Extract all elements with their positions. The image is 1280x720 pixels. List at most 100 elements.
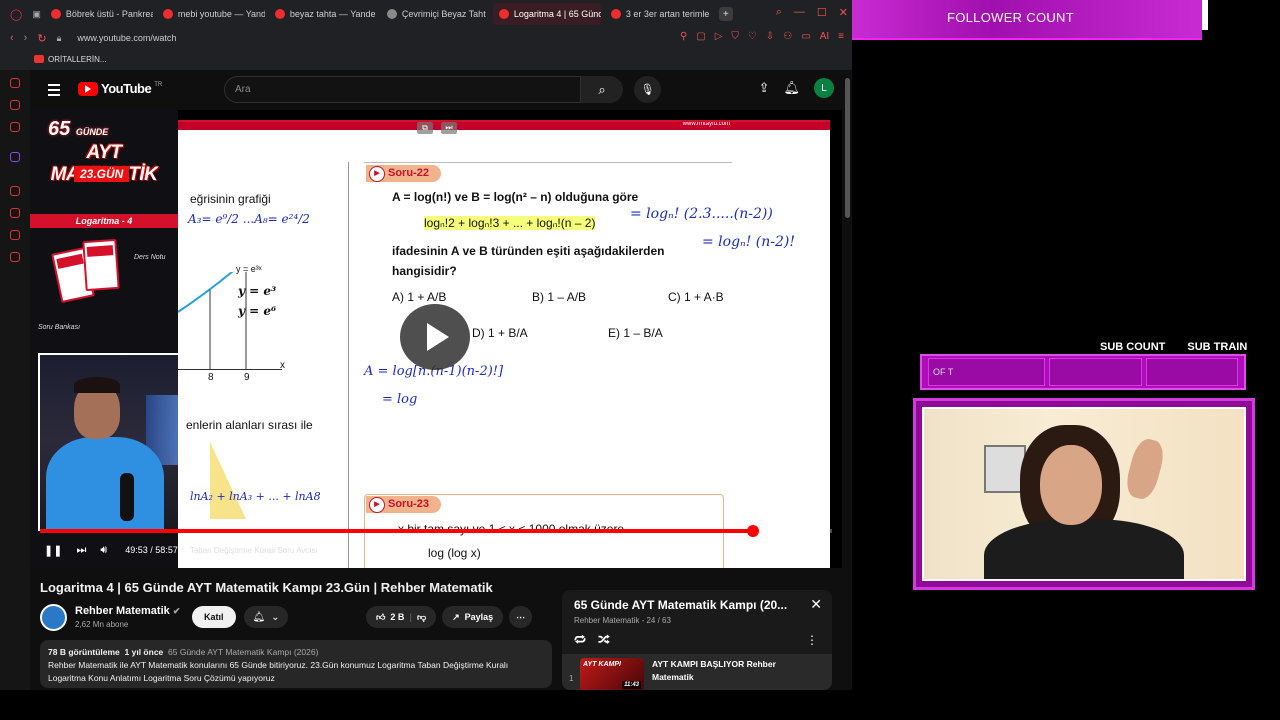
youtube-logo[interactable]: YouTube TR [78,81,162,96]
option-c: C) 1 + A·B [668,290,724,304]
playlist-title[interactable]: 65 Günde AYT Matematik Kampı (20... [574,598,787,612]
playlist-item[interactable]: 1 AYT KAMPI 11:43 AYT KAMPI BAŞLIYOR Rehb… [562,654,832,690]
pin-icon[interactable]: ⚲ [680,31,687,42]
profile-icon[interactable]: ⚇ [783,31,792,42]
url-field[interactable]: www.youtube.com/watch [77,33,176,43]
theater-icon[interactable]: ▭ [796,542,806,555]
window-controls: ⌕ — ☐ ✕ [776,6,848,19]
question-22-tag: Soru-22 [366,165,441,182]
search-input[interactable]: Ara [224,76,581,103]
fullscreen-icon[interactable]: ⛶ [822,542,830,555]
duration-badge: 11:43 [622,681,641,689]
description-box[interactable]: 78 B görüntüleme 1 yıl önce 65 Günde AYT… [40,640,552,688]
sidebar-icon-3[interactable] [10,100,20,110]
next-icon[interactable]: ⏭ [76,544,86,557]
hamburger-menu-icon[interactable] [48,84,60,99]
shield-icon[interactable]: ⛉ [731,31,739,42]
settings-icon[interactable] [10,252,20,262]
whiteboard-icon [386,9,397,19]
voice-search-button[interactable]: 🎙︎ [634,76,661,103]
back-icon[interactable]: ‹ [10,32,14,44]
minimize-icon[interactable]: — [794,6,805,19]
skip-icon[interactable]: ⏭ [441,122,457,134]
notifications-bell-icon[interactable]: 🔔︎ [783,80,800,96]
progress-scrubber[interactable] [746,525,759,537]
left-equation: A₃= e⁹/2 ...A₈= e²⁴/2 [188,212,310,226]
address-bar: ‹ › ↻ 🔒︎ www.youtube.com/watch ⚲ ▢ ▷ ⛉ ♡… [0,28,852,48]
settings-gear-icon[interactable]: ⚙ [770,542,780,555]
subtitles-icon[interactable]: ⌨ [738,542,754,555]
close-icon[interactable]: ✕ [839,6,848,19]
new-tab-button[interactable]: + [718,7,733,21]
search-button[interactable]: ⌕ [581,76,623,103]
youtube-page: YouTube TR Ara ⌕ 🎙︎ ⇪ 🔔︎ L 65 GÜNDE AYT … [30,70,852,690]
channel-avatar[interactable] [40,604,67,631]
progress-bar[interactable] [40,525,832,537]
heart-icon[interactable]: ♡ [748,31,757,42]
page-scrollbar[interactable] [845,78,850,218]
left-text-2: enlerin alanları sırası ile [186,418,313,432]
download-icon[interactable]: ⇩ [766,31,774,42]
tab-list-icon[interactable]: ▣ [32,9,41,20]
big-play-button[interactable] [400,304,470,370]
pause-icon[interactable]: ❚❚ [44,544,62,557]
browser-sidebar [0,48,30,690]
loop-icon[interactable]: 🔁︎ [574,632,586,649]
whiteboard: www.rmtayfu.com eğrisinin grafiği A₃= e⁹… [178,120,830,568]
share-icon: ↗ [452,611,460,622]
shuffle-icon[interactable]: 🔀︎ [598,632,610,649]
share-button[interactable]: ↗ Paylaş [442,606,504,628]
battery-icon[interactable]: ▭ [801,31,810,42]
topic-bar: Logaritma - 4 [30,214,178,228]
left-bottom-work: lnA₂ + lnA₃ + ... + lnA8 [190,490,321,503]
yandex-icon [610,9,621,19]
clock-icon[interactable] [10,208,20,218]
tab-3[interactable]: Çevrimiçi Beyaz Taht [381,3,489,25]
like-button[interactable]: 👍︎ 2 B | 👎︎ [366,606,437,628]
sub-bar-cell [1145,358,1238,386]
close-icon[interactable]: ✕ [810,596,822,613]
sub-count-label: SUB COUNT [1100,341,1166,353]
video-player[interactable]: 65 GÜNDE AYT MATEMATİK 23.GÜN Logaritma … [30,110,842,568]
bookmark-item[interactable]: ORİTALLERİN... [48,55,107,64]
tab-4-active[interactable]: Logaritma 4 | 65 Günd [492,3,601,25]
volume-icon[interactable]: 🔊︎ [100,544,107,557]
sidebar-icon-2[interactable] [10,78,20,88]
join-button[interactable]: Katıl [192,606,236,628]
sub-labels: SUB COUNT SUB TRAIN [1100,341,1247,353]
reload-icon[interactable]: ↻ [37,32,46,45]
chapter-title[interactable]: Taban Değiştirme Kuralı Soru Avcısı [190,546,318,555]
maximize-icon[interactable]: ☐ [817,6,827,19]
pip-icon[interactable]: ⧉ [417,122,433,134]
screenshot-icon[interactable]: ▢ [696,31,705,42]
subscribe-bell-button[interactable]: 🔔︎ ⌄ [244,606,288,628]
more-vert-icon[interactable]: ⋮ [806,633,818,647]
progress-played [40,529,753,533]
youtube-header: YouTube TR Ara ⌕ 🎙︎ ⇪ 🔔︎ L [30,70,852,110]
playlist-tag-link[interactable]: 65 Günde AYT Matematik Kampı (2026) [168,647,318,657]
question-23-tag: Soru-23 [366,496,441,513]
left-text-1: eğrisinin grafiği [190,192,271,206]
divider [364,162,732,163]
sidebar-icon-5[interactable] [10,186,20,196]
channel-name[interactable]: Rehber Matematik ✔ [75,605,180,617]
ai-icon[interactable]: AI [820,31,829,42]
tab-5[interactable]: 3 er 3er artan terimle [605,3,713,25]
search-icon[interactable]: ⌕ [776,6,782,19]
course-day: 23.GÜN [74,166,130,182]
day-badge: 65 GÜNDE [48,118,109,140]
tab-1[interactable]: mebi youtube — Yande [157,3,265,25]
upload-icon[interactable]: ⇪ [759,80,770,96]
divider [348,162,349,568]
play-icon[interactable]: ▷ [715,31,723,42]
menu-icon[interactable]: ≡ [838,31,844,42]
twitch-icon[interactable] [10,152,20,162]
sidebar-icon-6[interactable] [10,230,20,240]
tab-2[interactable]: beyaz tahta — Yande [269,3,377,25]
more-actions-button[interactable]: ⋯ [509,606,533,628]
account-avatar[interactable]: L [814,78,834,98]
playlist-item-thumbnail: AYT KAMPI 11:43 [580,658,644,690]
tab-0[interactable]: Böbrek üstü - Pankrea [45,3,153,25]
sidebar-icon-4[interactable] [10,122,20,132]
forward-icon[interactable]: › [24,32,28,44]
